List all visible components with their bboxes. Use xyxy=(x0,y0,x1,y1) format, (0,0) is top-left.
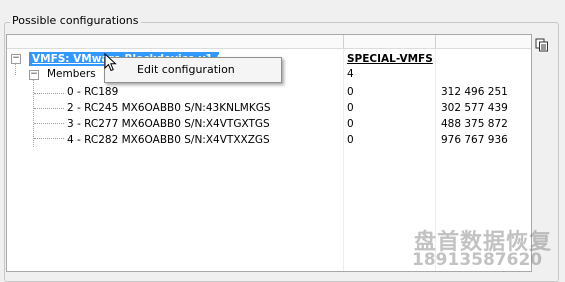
root-type: SPECIAL-VMFS xyxy=(347,53,433,65)
tree-row-disk[interactable]: 0 - RC189 0 312 496 251 xyxy=(7,85,531,100)
members-label: Members xyxy=(47,68,96,80)
column-divider xyxy=(343,49,344,271)
disk-label: 3 - RC277 MX6OABB0 S/N:X4VTGXTGS xyxy=(67,118,270,130)
disk-label: 4 - RC282 MX6OABB0 S/N:X4VTXXZGS xyxy=(67,134,270,146)
tree-row-disk[interactable]: 2 - RC245 MX6OABB0 S/N:43KNLMKGS 0 302 5… xyxy=(7,101,531,116)
copy-icon[interactable] xyxy=(535,38,549,55)
header-separator[interactable] xyxy=(343,35,344,48)
column-header xyxy=(7,35,531,49)
disk-size: 488 375 872 xyxy=(441,118,508,130)
members-count: 4 xyxy=(347,68,354,80)
watermark-phone: 18913587620 xyxy=(412,250,543,270)
disk-label: 2 - RC245 MX6OABB0 S/N:43KNLMKGS xyxy=(67,102,271,114)
context-menu: Edit configuration xyxy=(104,57,282,83)
disk-value: 0 xyxy=(347,118,354,130)
mouse-pointer-icon xyxy=(104,52,118,76)
disk-size: 312 496 251 xyxy=(441,86,508,98)
menu-item-edit-configuration[interactable]: Edit configuration xyxy=(137,63,235,76)
disk-label: 0 - RC189 xyxy=(67,86,119,98)
disk-size: 976 767 936 xyxy=(441,134,508,146)
disk-value: 0 xyxy=(347,86,354,98)
header-separator[interactable] xyxy=(435,35,436,48)
disk-size: 302 577 439 xyxy=(441,102,508,114)
tree-row-disk[interactable]: 4 - RC282 MX6OABB0 S/N:X4VTXXZGS 0 976 7… xyxy=(7,133,531,148)
disk-value: 0 xyxy=(347,134,354,146)
disk-value: 0 xyxy=(347,102,354,114)
tree-row-disk[interactable]: 3 - RC277 MX6OABB0 S/N:X4VTGXTGS 0 488 3… xyxy=(7,117,531,132)
group-title: Possible configurations xyxy=(10,14,141,27)
